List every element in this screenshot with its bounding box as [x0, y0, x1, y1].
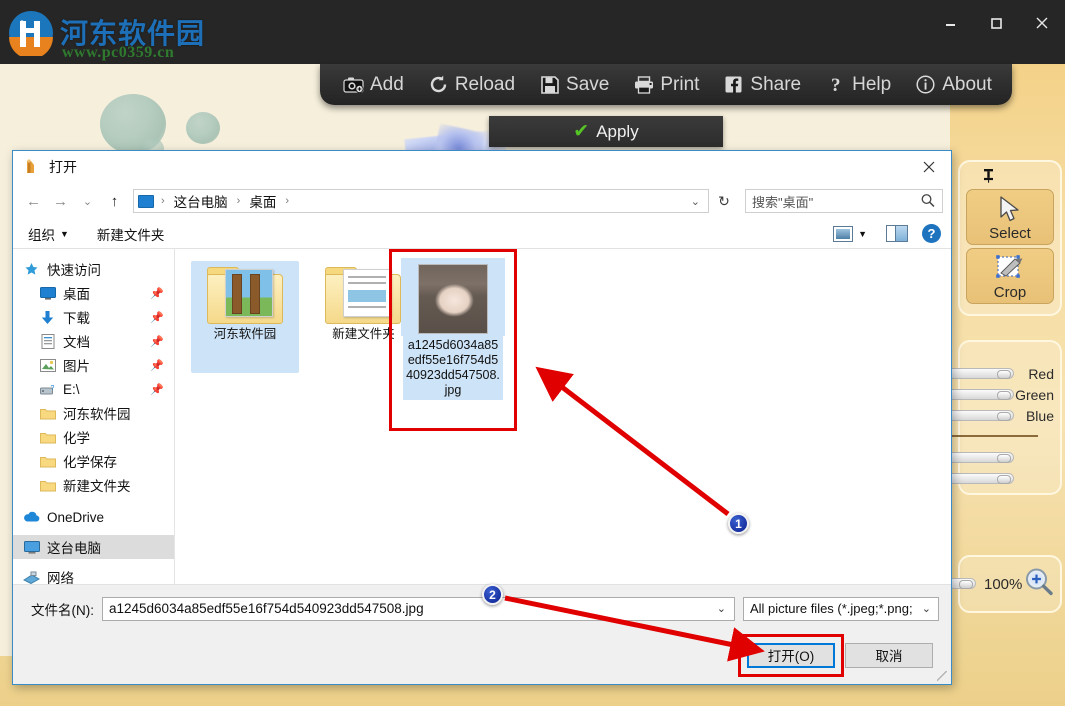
- annotation-badge-1: 1: [728, 513, 749, 534]
- application-window: 河东软件园 www.pc0359.cn Add Reload Save Prin…: [0, 0, 1065, 706]
- annotation-arrow-1: [504, 366, 765, 662]
- annotation-badge-2: 2: [482, 584, 503, 605]
